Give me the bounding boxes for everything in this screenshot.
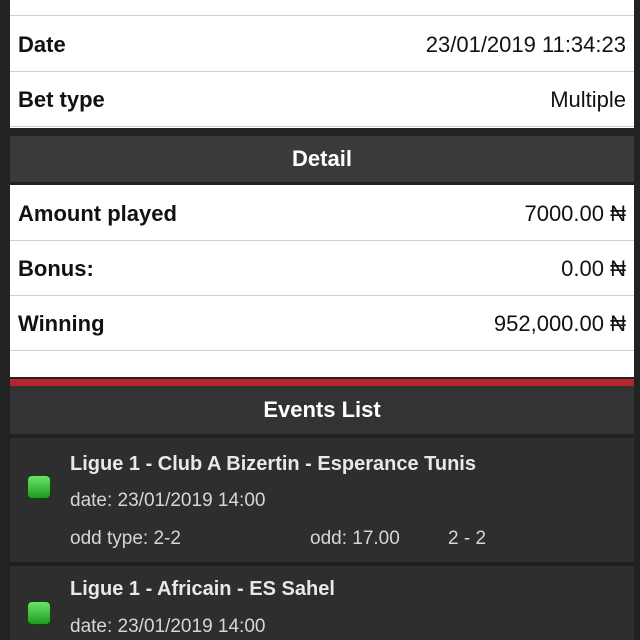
date-label: Date (18, 32, 66, 57)
events-list-header: Events List (10, 386, 634, 434)
event-date: date: 23/01/2019 14:00 (70, 616, 266, 637)
detail-row-bonus: Bonus: 0.00 ₦ (10, 242, 634, 296)
date-value: 23/01/2019 11:34:23 (425, 32, 626, 57)
event-item[interactable]: Ligue 1 - Africain - ES Sahel date: 23/0… (10, 566, 634, 640)
amount-played-value: 7000.00 ₦ (524, 201, 626, 226)
status-indicator-icon (28, 602, 50, 624)
info-panel: Date 23/01/2019 11:34:23 Bet type Multip… (10, 0, 634, 128)
event-item[interactable]: Ligue 1 - Club A Bizertin - Esperance Tu… (10, 438, 634, 562)
section-divider (10, 379, 634, 386)
bet-type-value: Multiple (550, 87, 626, 112)
detail-row-winning: Winning 952,000.00 ₦ (10, 297, 634, 351)
bet-type-label: Bet type (18, 87, 105, 112)
event-odd-type: odd type: 2-2 (70, 528, 181, 549)
event-score: 2 - 2 (448, 528, 487, 549)
winning-label: Winning (18, 311, 105, 336)
detail-header: Detail (10, 136, 634, 182)
bet-ticket-screen: Date 23/01/2019 11:34:23 Bet type Multip… (0, 0, 640, 640)
amount-played-label: Amount played (18, 201, 177, 226)
bonus-label: Bonus: (18, 256, 94, 281)
winning-value: 952,000.00 ₦ (493, 311, 626, 336)
event-title: Ligue 1 - Africain - ES Sahel (70, 578, 335, 600)
info-row-partial (10, 0, 634, 16)
info-row-bet-type: Bet type Multiple (10, 73, 634, 127)
bonus-value: 0.00 ₦ (561, 256, 626, 281)
status-indicator-icon (28, 476, 50, 498)
info-row-date: Date 23/01/2019 11:34:23 (10, 18, 634, 72)
event-date: date: 23/01/2019 14:00 (70, 490, 266, 511)
detail-row-amount: Amount played 7000.00 ₦ (10, 187, 634, 241)
detail-panel: Amount played 7000.00 ₦ Bonus: 0.00 ₦ Wi… (10, 185, 634, 377)
event-title: Ligue 1 - Club A Bizertin - Esperance Tu… (70, 453, 476, 475)
event-odd: odd: 17.00 (310, 528, 400, 549)
